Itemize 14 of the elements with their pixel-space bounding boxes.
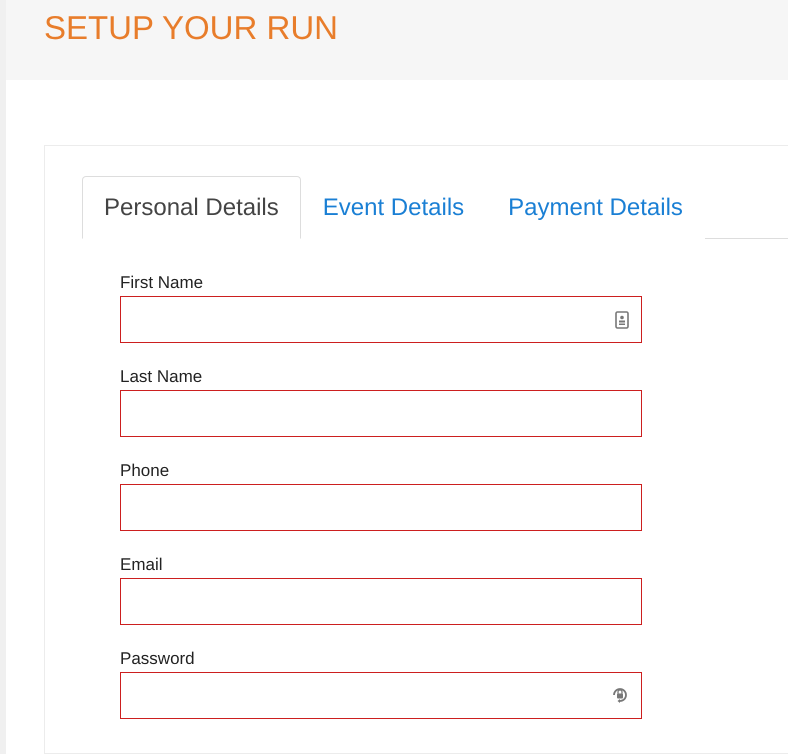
input-field[interactable] [120,672,642,719]
field-label: First Name [120,273,204,293]
field-label: Last Name [120,367,202,387]
tab[interactable]: Personal Details [82,176,301,239]
input-field[interactable] [120,578,642,625]
contact-card-icon [615,310,629,328]
field-label: Password [120,649,195,669]
input-field[interactable] [120,296,642,343]
page-title: SETUP YOUR RUN [44,8,338,48]
password-key-icon [611,686,629,705]
input-field[interactable] [120,390,642,437]
field-label: Phone [120,461,170,481]
field-label: Email [120,555,163,575]
input-field[interactable] [120,484,642,531]
